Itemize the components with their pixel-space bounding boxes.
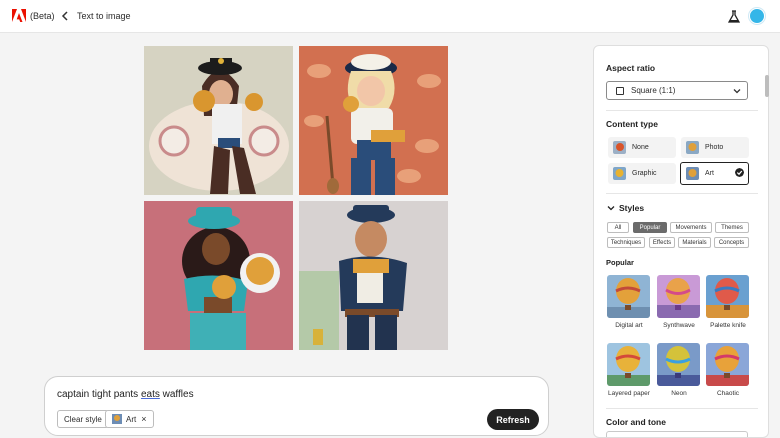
style-label-synthwave: Synthwave [663, 322, 695, 329]
divider [606, 193, 758, 194]
style-tag-themes[interactable]: Themes [715, 222, 749, 233]
content-type-photo[interactable]: Photo [681, 137, 749, 158]
prompt-box: captain tight pants eats waffles Clear s… [44, 376, 549, 436]
style-thumb-layered-paper[interactable] [607, 343, 650, 386]
content-type-photo-label: Photo [705, 144, 724, 151]
style-tag-effects[interactable]: Effects [649, 237, 675, 248]
divider [606, 110, 758, 111]
image-1-art [144, 46, 293, 195]
content-type-heading: Content type [606, 119, 658, 129]
prompt-underlined-word: eats [140, 389, 160, 400]
avatar[interactable] [749, 8, 765, 24]
color-and-tone-select[interactable] [606, 431, 748, 437]
scrollbar-thumb[interactable] [765, 75, 769, 97]
style-tag-concepts[interactable]: Concepts [714, 237, 749, 248]
generated-image-3[interactable] [144, 201, 293, 350]
content-type-graphic[interactable]: Graphic [608, 163, 676, 184]
checkmark-icon [735, 168, 744, 177]
chevron-down-icon [733, 89, 741, 94]
content-graphic-thumbnail [613, 167, 626, 180]
generated-image-2[interactable] [299, 46, 448, 195]
clear-style-button[interactable]: Clear style [57, 410, 109, 428]
divider [606, 408, 758, 409]
image-4-art [299, 201, 448, 350]
style-label-digital-art: Digital art [615, 322, 643, 329]
image-2-art [299, 46, 448, 195]
image-3-art [144, 201, 293, 350]
color-and-tone-heading: Color and tone [606, 417, 666, 427]
style-thumb-digital-art[interactable] [607, 275, 650, 318]
panel-scrollbar[interactable] [764, 45, 770, 438]
content-none-thumbnail [613, 141, 626, 154]
generated-image-1[interactable] [144, 46, 293, 195]
balloon-thumbnail-icon [112, 414, 122, 424]
prompt-input[interactable]: captain tight pants eats waffles [57, 389, 194, 400]
close-icon[interactable]: × [141, 414, 146, 424]
content-type-art-label: Art [705, 170, 714, 177]
style-label-layered-paper: Layered paper [608, 390, 650, 397]
style-thumb-chaotic[interactable] [706, 343, 749, 386]
style-tag-movements[interactable]: Movements [670, 222, 712, 233]
adobe-logo[interactable] [12, 9, 26, 22]
content-photo-thumbnail [686, 141, 699, 154]
style-label-palette-knife: Palette knife [710, 322, 746, 329]
style-tag-popular[interactable]: Popular [633, 222, 667, 233]
refresh-label: Refresh [496, 414, 530, 425]
back-chevron-icon[interactable] [60, 10, 70, 22]
settings-panel: Aspect ratio Square (1:1) Content type N… [593, 45, 769, 438]
beta-label: (Beta) [30, 11, 55, 21]
style-tag-materials[interactable]: Materials [678, 237, 711, 248]
square-icon [616, 86, 624, 95]
app-header: (Beta) Text to image [0, 0, 780, 33]
refresh-button[interactable]: Refresh [487, 409, 539, 430]
breadcrumb: Text to image [77, 11, 131, 21]
style-thumb-synthwave[interactable] [657, 275, 700, 318]
clear-style-label: Clear style [64, 414, 102, 424]
style-label-neon: Neon [671, 390, 687, 397]
style-tag-techniques[interactable]: Techniques [607, 237, 645, 248]
flask-icon[interactable] [728, 10, 740, 24]
style-thumb-neon[interactable] [657, 343, 700, 386]
content-type-art[interactable]: Art [680, 162, 749, 185]
content-art-thumbnail [686, 167, 699, 180]
generated-image-4[interactable] [299, 201, 448, 350]
content-type-none-label: None [632, 144, 649, 151]
style-chip-label: Art [126, 414, 137, 424]
aspect-ratio-value: Square (1:1) [631, 86, 676, 95]
style-tag-all[interactable]: All [607, 222, 629, 233]
style-thumb-palette-knife[interactable] [706, 275, 749, 318]
styles-heading: Styles [619, 203, 645, 213]
style-chip-art[interactable]: Art × [105, 410, 154, 428]
aspect-ratio-heading: Aspect ratio [606, 63, 656, 73]
style-label-chaotic: Chaotic [716, 390, 740, 397]
popular-subheading: Popular [606, 258, 634, 267]
chevron-down-icon[interactable] [607, 204, 615, 212]
content-type-none[interactable]: None [608, 137, 676, 158]
content-type-graphic-label: Graphic [632, 170, 657, 177]
aspect-ratio-select[interactable]: Square (1:1) [606, 81, 748, 100]
